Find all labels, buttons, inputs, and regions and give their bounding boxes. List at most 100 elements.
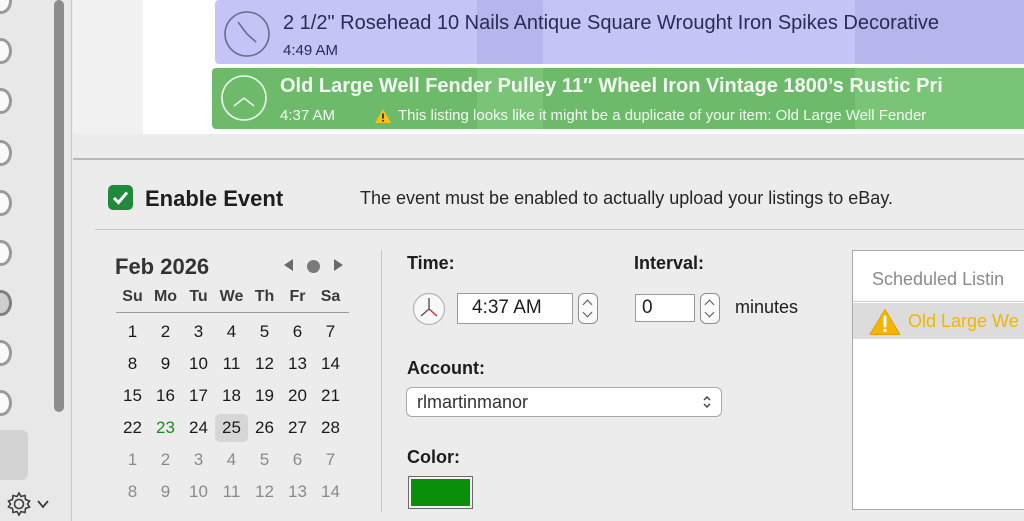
warning-icon — [375, 108, 391, 123]
enable-event-label[interactable]: Enable Event — [145, 186, 283, 212]
calendar-weekday: We — [219, 288, 244, 305]
calendar-day[interactable]: 25 — [215, 414, 248, 442]
color-well[interactable] — [408, 476, 473, 509]
calendar-today-button[interactable] — [307, 260, 320, 273]
chevron-down-icon — [37, 500, 49, 509]
calendar-day[interactable]: 7 — [314, 446, 347, 474]
triangle-right-icon — [334, 259, 343, 271]
calendar-day[interactable]: 18 — [215, 382, 248, 410]
sidebar-status-dot[interactable] — [0, 240, 12, 266]
listing-title: 2 1/2" Rosehead 10 Nails Antique Square … — [283, 12, 940, 34]
clock-icon — [221, 75, 267, 121]
enable-event-checkbox[interactable] — [108, 185, 133, 210]
listing-time: 4:37 AM — [280, 107, 336, 124]
calendar-day[interactable]: 23 — [149, 414, 182, 442]
interval-label: Interval: — [634, 253, 705, 273]
calendar-weekday: Sa — [320, 288, 341, 305]
sidebar-status-dot[interactable] — [0, 340, 12, 366]
calendar-day[interactable]: 10 — [182, 478, 215, 506]
interval-stepper[interactable] — [700, 293, 720, 324]
calendar-day[interactable]: 13 — [281, 350, 314, 378]
calendar-day[interactable]: 24 — [182, 414, 215, 442]
calendar-day[interactable]: 2 — [149, 446, 182, 474]
calendar-prev-button[interactable] — [282, 258, 294, 275]
calendar-day[interactable]: 5 — [248, 318, 281, 346]
calendar-day[interactable]: 11 — [215, 350, 248, 378]
calendar-day[interactable]: 4 — [215, 318, 248, 346]
calendar-day[interactable]: 5 — [248, 446, 281, 474]
calendar-day[interactable]: 1 — [116, 318, 149, 346]
sidebar-scroll-thumb[interactable] — [54, 0, 64, 412]
gear-icon — [7, 491, 31, 517]
sidebar-status-dot[interactable] — [0, 0, 12, 14]
listing-title: Old Large Well Fender Pulley 11″ Wheel I… — [280, 75, 943, 97]
scheduled-listings-table[interactable]: Scheduled Listin Old Large We — [852, 250, 1024, 510]
calendar-day[interactable]: 26 — [248, 414, 281, 442]
calendar-day[interactable]: 10 — [182, 350, 215, 378]
enable-event-hint: The event must be enabled to actually up… — [360, 188, 893, 208]
calendar-day[interactable]: 28 — [314, 414, 347, 442]
calendar-day[interactable]: 9 — [149, 478, 182, 506]
warning-icon — [869, 309, 901, 335]
calendar-day[interactable]: 8 — [116, 478, 149, 506]
listing-row[interactable]: 2 1/2" Rosehead 10 Nails Antique Square … — [215, 0, 1024, 64]
calendar-day[interactable]: 6 — [281, 318, 314, 346]
triangle-left-icon — [284, 259, 293, 271]
sidebar-status-dot[interactable] — [0, 38, 12, 64]
calendar-day[interactable]: 2 — [149, 318, 182, 346]
sidebar-status-dot[interactable] — [0, 88, 12, 114]
calendar-day[interactable]: 14 — [314, 350, 347, 378]
calendar-day[interactable]: 3 — [182, 446, 215, 474]
calendar-day[interactable]: 12 — [248, 350, 281, 378]
time-field[interactable]: 4:37 AM — [457, 293, 573, 324]
calendar-header-divider — [116, 312, 349, 313]
calendar-day[interactable]: 20 — [281, 382, 314, 410]
sidebar-status-dot[interactable] — [0, 390, 12, 416]
sidebar-status-dot[interactable] — [0, 290, 12, 316]
listing-row[interactable]: Old Large Well Fender Pulley 11″ Wheel I… — [212, 68, 1024, 129]
calendar-day[interactable]: 14 — [314, 478, 347, 506]
sidebar-status-dot[interactable] — [0, 140, 12, 166]
calendar-day[interactable]: 6 — [281, 446, 314, 474]
calendar-day[interactable]: 22 — [116, 414, 149, 442]
account-select[interactable]: rlmartinmanor — [406, 387, 722, 417]
calendar-day[interactable]: 15 — [116, 382, 149, 410]
calendar-day[interactable]: 16 — [149, 382, 182, 410]
vertical-divider — [381, 250, 382, 512]
calendar-day[interactable]: 7 — [314, 318, 347, 346]
calendar-day[interactable]: 27 — [281, 414, 314, 442]
gear-menu-button[interactable] — [4, 490, 56, 518]
calendar-day[interactable]: 13 — [281, 478, 314, 506]
calendar-day[interactable]: 17 — [182, 382, 215, 410]
calendar-day[interactable]: 21 — [314, 382, 347, 410]
calendar-weekday: Fr — [289, 288, 306, 305]
listing-time: 4:49 AM — [283, 42, 339, 59]
calendar-day[interactable]: 19 — [248, 382, 281, 410]
account-label: Account: — [407, 358, 485, 378]
calendar-day[interactable]: 9 — [149, 350, 182, 378]
calendar-weekday: Th — [254, 288, 275, 305]
sidebar-strip — [0, 0, 72, 521]
sidebar-status-dot[interactable] — [0, 190, 12, 216]
calendar-day[interactable]: 4 — [215, 446, 248, 474]
calendar-day[interactable]: 8 — [116, 350, 149, 378]
account-select-value: rlmartinmanor — [417, 392, 529, 412]
calendar-day[interactable]: 1 — [116, 446, 149, 474]
sidebar-selected-item[interactable] — [0, 430, 28, 480]
chevron-up-down-icon — [703, 395, 711, 409]
duplicate-warning: This listing looks like it might be a du… — [374, 107, 926, 124]
time-label: Time: — [407, 253, 455, 273]
listing-list-gutter — [73, 0, 143, 134]
calendar-day[interactable]: 11 — [215, 478, 248, 506]
scheduled-listings-header[interactable]: Scheduled Listin — [872, 269, 1004, 290]
calendar-weekday: Su — [122, 288, 143, 305]
calendar-day[interactable]: 12 — [248, 478, 281, 506]
time-stepper[interactable] — [578, 293, 598, 324]
calendar-next-button[interactable] — [333, 258, 345, 275]
calendar-weekday: Tu — [189, 288, 208, 305]
calendar-day[interactable]: 3 — [182, 318, 215, 346]
calendar-month-title: Feb 2026 — [115, 254, 210, 279]
table-row[interactable]: Old Large We — [853, 303, 1024, 339]
split-view-divider[interactable] — [73, 158, 1024, 160]
interval-field[interactable]: 0 — [635, 294, 695, 322]
